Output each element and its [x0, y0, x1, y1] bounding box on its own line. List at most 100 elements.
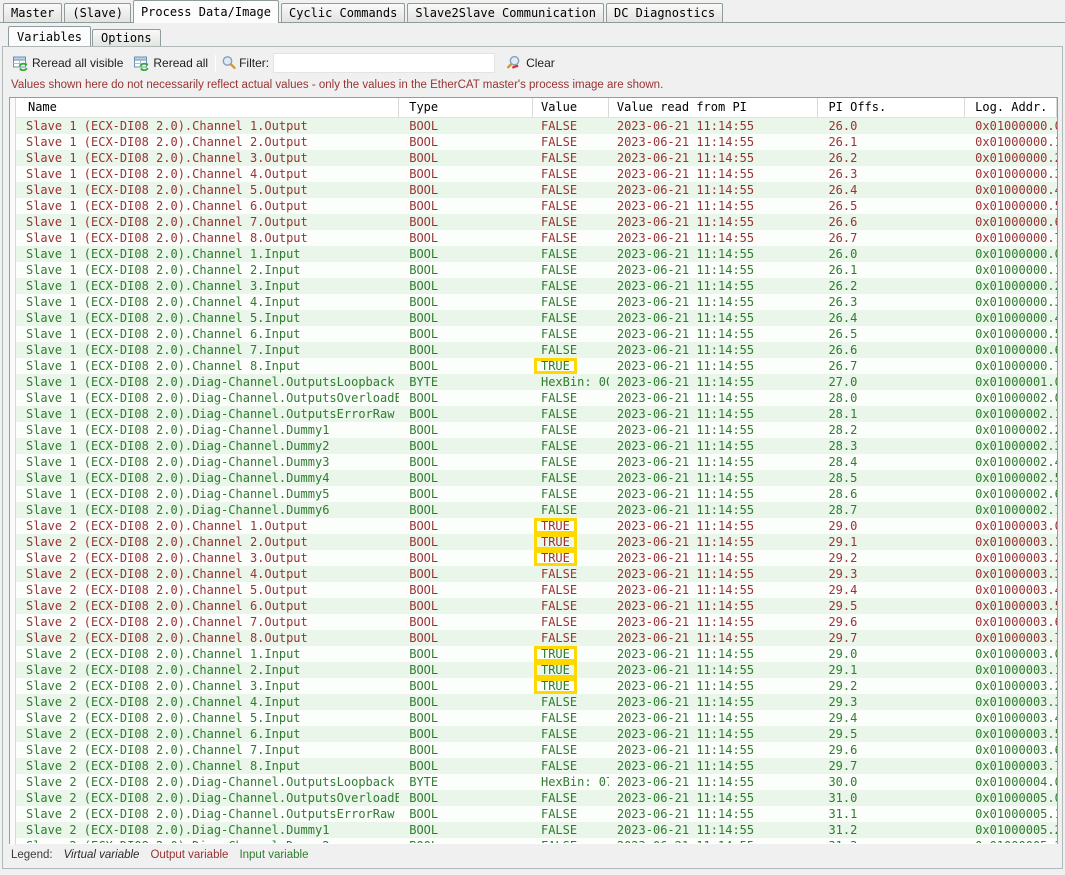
main-tab-slave2slave-communication[interactable]: Slave2Slave Communication	[407, 3, 604, 22]
table-row[interactable]: Slave 1 (ECX-DI08 2.0).Channel 6.OutputB…	[10, 198, 1057, 214]
table-row[interactable]: Slave 1 (ECX-DI08 2.0).Diag-Channel.Dumm…	[10, 422, 1057, 438]
table-row[interactable]: Slave 1 (ECX-DI08 2.0).Channel 8.OutputB…	[10, 230, 1057, 246]
column-header-value[interactable]: Value	[533, 98, 609, 117]
cell-read: 2023-06-21 11:14:55	[609, 150, 819, 166]
main-tab-process-data-image[interactable]: Process Data/Image	[133, 0, 279, 23]
table-row[interactable]: Slave 2 (ECX-DI08 2.0).Channel 3.OutputB…	[10, 550, 1057, 566]
table-row[interactable]: Slave 1 (ECX-DI08 2.0).Diag-Channel.Dumm…	[10, 502, 1057, 518]
table-row[interactable]: Slave 1 (ECX-DI08 2.0).Channel 3.OutputB…	[10, 150, 1057, 166]
column-header-value-read-from-pi[interactable]: Value read from PI	[609, 98, 819, 117]
cell-value: FALSE	[533, 310, 609, 326]
table-row[interactable]: Slave 2 (ECX-DI08 2.0).Diag-Channel.Outp…	[10, 806, 1057, 822]
cell-name: Slave 2 (ECX-DI08 2.0).Channel 4.Input	[16, 694, 399, 710]
cell-read: 2023-06-21 11:14:55	[609, 534, 819, 550]
cell-name: Slave 1 (ECX-DI08 2.0).Diag-Channel.Outp…	[16, 390, 399, 406]
table-row[interactable]: Slave 2 (ECX-DI08 2.0).Channel 4.OutputB…	[10, 566, 1057, 582]
column-header-pi-offs[interactable]: PI Offs.	[818, 98, 965, 117]
cell-type: BOOL	[399, 630, 533, 646]
table-row[interactable]: Slave 1 (ECX-DI08 2.0).Diag-Channel.Outp…	[10, 390, 1057, 406]
cell-name: Slave 2 (ECX-DI08 2.0).Channel 4.Output	[16, 566, 399, 582]
cell-name: Slave 2 (ECX-DI08 2.0).Diag-Channel.Outp…	[16, 790, 399, 806]
table-row[interactable]: Slave 2 (ECX-DI08 2.0).Diag-Channel.Outp…	[10, 790, 1057, 806]
table-row[interactable]: Slave 2 (ECX-DI08 2.0).Channel 8.InputBO…	[10, 758, 1057, 774]
cell-read: 2023-06-21 11:14:55	[609, 582, 819, 598]
table-row[interactable]: Slave 2 (ECX-DI08 2.0).Channel 5.OutputB…	[10, 582, 1057, 598]
table-row[interactable]: Slave 2 (ECX-DI08 2.0).Diag-Channel.Outp…	[10, 774, 1057, 790]
table-row[interactable]: Slave 1 (ECX-DI08 2.0).Channel 5.InputBO…	[10, 310, 1057, 326]
main-tab-dc-diagnostics[interactable]: DC Diagnostics	[606, 3, 723, 22]
cell-type: BOOL	[399, 694, 533, 710]
cell-offs: 29.0	[818, 518, 965, 534]
cell-type: BOOL	[399, 742, 533, 758]
table-row[interactable]: Slave 2 (ECX-DI08 2.0).Diag-Channel.Dumm…	[10, 822, 1057, 838]
table-row[interactable]: Slave 1 (ECX-DI08 2.0).Channel 7.InputBO…	[10, 342, 1057, 358]
value-highlight: TRUE	[534, 518, 577, 534]
table-row[interactable]: Slave 1 (ECX-DI08 2.0).Channel 5.OutputB…	[10, 182, 1057, 198]
cell-type: BOOL	[399, 342, 533, 358]
table-row[interactable]: Slave 1 (ECX-DI08 2.0).Channel 3.InputBO…	[10, 278, 1057, 294]
sub-tab-options[interactable]: Options	[92, 29, 161, 47]
clear-filter-button[interactable]: Clear	[501, 53, 560, 73]
table-row[interactable]: Slave 1 (ECX-DI08 2.0).Channel 1.OutputB…	[10, 118, 1057, 134]
legend-bar: Legend:Virtual variableOutput variableIn…	[3, 844, 1062, 866]
cell-name: Slave 2 (ECX-DI08 2.0).Channel 1.Output	[16, 518, 399, 534]
table-row[interactable]: Slave 2 (ECX-DI08 2.0).Diag-Channel.Dumm…	[10, 838, 1057, 843]
main-tab-master[interactable]: Master	[3, 3, 62, 22]
sub-tab-variables[interactable]: Variables	[8, 26, 91, 48]
cell-read: 2023-06-21 11:14:55	[609, 246, 819, 262]
cell-value: FALSE	[533, 438, 609, 454]
reread-table-icon	[133, 55, 149, 71]
cell-value: FALSE	[533, 806, 609, 822]
table-row[interactable]: Slave 2 (ECX-DI08 2.0).Channel 6.InputBO…	[10, 726, 1057, 742]
main-tab-cyclic-commands[interactable]: Cyclic Commands	[281, 3, 405, 22]
column-header-log-addr[interactable]: Log. Addr.	[965, 98, 1057, 117]
table-row[interactable]: Slave 1 (ECX-DI08 2.0).Diag-Channel.Dumm…	[10, 486, 1057, 502]
cell-offs: 29.2	[818, 678, 965, 694]
column-header-name[interactable]: Name	[16, 98, 399, 117]
cell-addr: 0x01000000.0	[965, 118, 1057, 134]
reread-all-visible-button[interactable]: Reread all visible	[7, 53, 128, 73]
table-row[interactable]: Slave 2 (ECX-DI08 2.0).Channel 2.InputBO…	[10, 662, 1057, 678]
table-row[interactable]: Slave 1 (ECX-DI08 2.0).Channel 7.OutputB…	[10, 214, 1057, 230]
table-row[interactable]: Slave 2 (ECX-DI08 2.0).Channel 4.InputBO…	[10, 694, 1057, 710]
cell-offs: 26.0	[818, 118, 965, 134]
cell-name: Slave 1 (ECX-DI08 2.0).Diag-Channel.Dumm…	[16, 470, 399, 486]
table-row[interactable]: Slave 1 (ECX-DI08 2.0).Diag-Channel.Dumm…	[10, 454, 1057, 470]
table-row[interactable]: Slave 2 (ECX-DI08 2.0).Channel 1.OutputB…	[10, 518, 1057, 534]
legend-label: Legend:	[11, 849, 53, 861]
table-row[interactable]: Slave 1 (ECX-DI08 2.0).Channel 4.InputBO…	[10, 294, 1057, 310]
table-row[interactable]: Slave 1 (ECX-DI08 2.0).Channel 6.InputBO…	[10, 326, 1057, 342]
table-row[interactable]: Slave 1 (ECX-DI08 2.0).Diag-Channel.Dumm…	[10, 438, 1057, 454]
table-row[interactable]: Slave 2 (ECX-DI08 2.0).Channel 5.InputBO…	[10, 710, 1057, 726]
table-row[interactable]: Slave 2 (ECX-DI08 2.0).Channel 7.InputBO…	[10, 742, 1057, 758]
table-row[interactable]: Slave 2 (ECX-DI08 2.0).Channel 7.OutputB…	[10, 614, 1057, 630]
table-row[interactable]: Slave 1 (ECX-DI08 2.0).Channel 4.OutputB…	[10, 166, 1057, 182]
cell-value: TRUE	[533, 550, 609, 566]
table-row[interactable]: Slave 1 (ECX-DI08 2.0).Diag-Channel.Outp…	[10, 406, 1057, 422]
table-row[interactable]: Slave 1 (ECX-DI08 2.0).Channel 2.InputBO…	[10, 262, 1057, 278]
table-row[interactable]: Slave 1 (ECX-DI08 2.0).Channel 2.OutputB…	[10, 134, 1057, 150]
filter-input[interactable]	[273, 53, 495, 73]
column-header-type[interactable]: Type	[399, 98, 533, 117]
table-row[interactable]: Slave 1 (ECX-DI08 2.0).Channel 1.InputBO…	[10, 246, 1057, 262]
reread-all-button[interactable]: Reread all	[128, 53, 213, 73]
table-row[interactable]: Slave 2 (ECX-DI08 2.0).Channel 8.OutputB…	[10, 630, 1057, 646]
table-row[interactable]: Slave 2 (ECX-DI08 2.0).Channel 1.InputBO…	[10, 646, 1057, 662]
cell-value: FALSE	[533, 406, 609, 422]
table-row[interactable]: Slave 2 (ECX-DI08 2.0).Channel 2.OutputB…	[10, 534, 1057, 550]
cell-type: BOOL	[399, 822, 533, 838]
table-row[interactable]: Slave 1 (ECX-DI08 2.0).Diag-Channel.Outp…	[10, 374, 1057, 390]
main-tab-slave[interactable]: (Slave)	[64, 3, 131, 22]
table-row[interactable]: Slave 2 (ECX-DI08 2.0).Channel 6.OutputB…	[10, 598, 1057, 614]
cell-addr: 0x01000003.7	[965, 758, 1057, 774]
cell-type: BOOL	[399, 598, 533, 614]
cell-addr: 0x01000000.4	[965, 310, 1057, 326]
table-row[interactable]: Slave 1 (ECX-DI08 2.0).Channel 8.InputBO…	[10, 358, 1057, 374]
table-row[interactable]: Slave 2 (ECX-DI08 2.0).Channel 3.InputBO…	[10, 678, 1057, 694]
cell-name: Slave 1 (ECX-DI08 2.0).Channel 4.Output	[16, 166, 399, 182]
cell-value: FALSE	[533, 838, 609, 843]
cell-name: Slave 1 (ECX-DI08 2.0).Diag-Channel.Dumm…	[16, 486, 399, 502]
cell-read: 2023-06-21 11:14:55	[609, 550, 819, 566]
cell-type: BYTE	[399, 374, 533, 390]
table-row[interactable]: Slave 1 (ECX-DI08 2.0).Diag-Channel.Dumm…	[10, 470, 1057, 486]
